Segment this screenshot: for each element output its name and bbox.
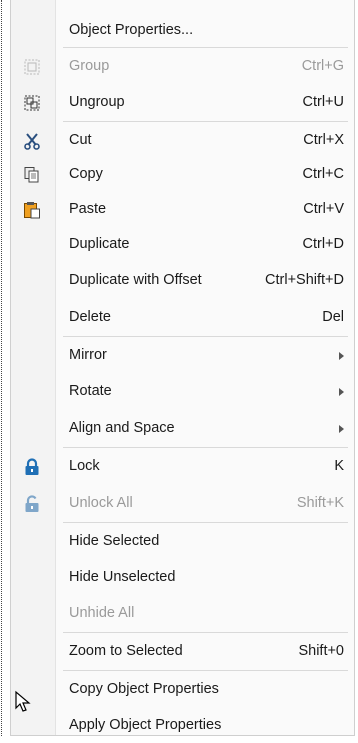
menu-item-align-and-space[interactable]: Align and Space: [11, 412, 354, 446]
menu-item-label: Zoom to Selected: [69, 643, 183, 659]
menu-item-label: Mirror: [69, 347, 107, 363]
menu-item-hide-selected[interactable]: Hide Selected: [11, 525, 354, 559]
group-icon: [23, 58, 41, 76]
submenu-arrow-icon: [339, 425, 344, 433]
menu-item-cut[interactable]: Cut Ctrl+X: [11, 124, 354, 158]
menu-item-shortcut: Ctrl+G: [301, 58, 344, 74]
menu-item-label: Apply Object Properties: [69, 717, 222, 733]
lock-icon: [23, 458, 41, 476]
menu-item-paste[interactable]: Paste Ctrl+V: [11, 193, 354, 227]
menu-item-object-properties[interactable]: Object Properties...: [11, 14, 354, 48]
menu-item-label: Copy: [69, 166, 103, 182]
menu-separator: [63, 522, 348, 523]
menu-item-label: Object Properties...: [69, 22, 194, 38]
menu-item-group[interactable]: Group Ctrl+G: [11, 50, 354, 84]
menu-item-label: Hide Unselected: [69, 569, 176, 585]
menu-item-delete[interactable]: Delete Del: [11, 301, 354, 335]
menu-separator: [63, 47, 348, 48]
menu-separator: [63, 336, 348, 337]
menu-item-shortcut: Ctrl+X: [303, 132, 344, 148]
menu-item-shortcut: Shift+K: [296, 495, 344, 511]
menu-item-label: Duplicate: [69, 236, 130, 252]
menu-item-label: Lock: [69, 458, 100, 474]
mouse-pointer-icon: [14, 690, 34, 714]
menu-item-label: Delete: [69, 309, 111, 325]
menu-item-label: Cut: [69, 132, 92, 148]
menu-item-apply-object-properties[interactable]: Apply Object Properties: [11, 709, 354, 743]
menu-item-label: Align and Space: [69, 420, 175, 436]
paste-icon: [23, 201, 41, 219]
menu-item-shortcut: Shift+0: [298, 643, 344, 659]
menu-item-shortcut: Ctrl+V: [303, 201, 344, 217]
menu-item-lock[interactable]: Lock K: [11, 450, 354, 484]
menu-item-label: Paste: [69, 201, 107, 217]
menu-item-label: Unhide All: [69, 605, 135, 621]
menu-item-unhide-all[interactable]: Unhide All: [11, 597, 354, 631]
menu-item-mirror[interactable]: Mirror: [11, 339, 354, 373]
scissors-icon: [23, 132, 41, 150]
menu-item-copy[interactable]: Copy Ctrl+C: [11, 158, 354, 192]
submenu-arrow-icon: [339, 388, 344, 396]
menu-item-rotate[interactable]: Rotate: [11, 375, 354, 409]
submenu-arrow-icon: [339, 352, 344, 360]
canvas-edge-dotted: [1, 0, 6, 736]
menu-item-shortcut: Ctrl+Shift+D: [265, 272, 344, 288]
copy-icon: [23, 166, 41, 184]
ungroup-icon: [23, 94, 41, 112]
menu-item-label: Unlock All: [69, 495, 133, 511]
menu-item-copy-object-properties[interactable]: Copy Object Properties: [11, 673, 354, 707]
menu-separator: [63, 121, 348, 122]
menu-item-shortcut: Ctrl+C: [302, 166, 345, 182]
menu-item-duplicate-with-offset[interactable]: Duplicate with Offset Ctrl+Shift+D: [11, 264, 354, 298]
menu-item-duplicate[interactable]: Duplicate Ctrl+D: [11, 228, 354, 262]
context-menu: Object Properties... Group Ctrl+G Ungrou…: [10, 0, 355, 736]
menu-item-shortcut: Ctrl+D: [302, 236, 345, 252]
menu-separator: [63, 670, 348, 671]
menu-item-ungroup[interactable]: Ungroup Ctrl+U: [11, 86, 354, 120]
menu-separator: [63, 447, 348, 448]
menu-item-label: Group: [69, 58, 110, 74]
menu-item-label: Hide Selected: [69, 533, 160, 549]
menu-item-label: Rotate: [69, 383, 112, 399]
menu-item-label: Copy Object Properties: [69, 681, 219, 697]
menu-item-zoom-to-selected[interactable]: Zoom to Selected Shift+0: [11, 635, 354, 669]
menu-item-shortcut: Ctrl+U: [302, 94, 345, 110]
menu-item-label: Ungroup: [69, 94, 125, 110]
menu-separator: [63, 632, 348, 633]
unlock-icon: [23, 495, 41, 513]
menu-item-shortcut: K: [334, 458, 344, 474]
menu-item-shortcut: Del: [322, 309, 344, 325]
menu-item-unlock-all[interactable]: Unlock All Shift+K: [11, 487, 354, 521]
menu-item-label: Duplicate with Offset: [69, 272, 202, 288]
menu-item-hide-unselected[interactable]: Hide Unselected: [11, 561, 354, 595]
